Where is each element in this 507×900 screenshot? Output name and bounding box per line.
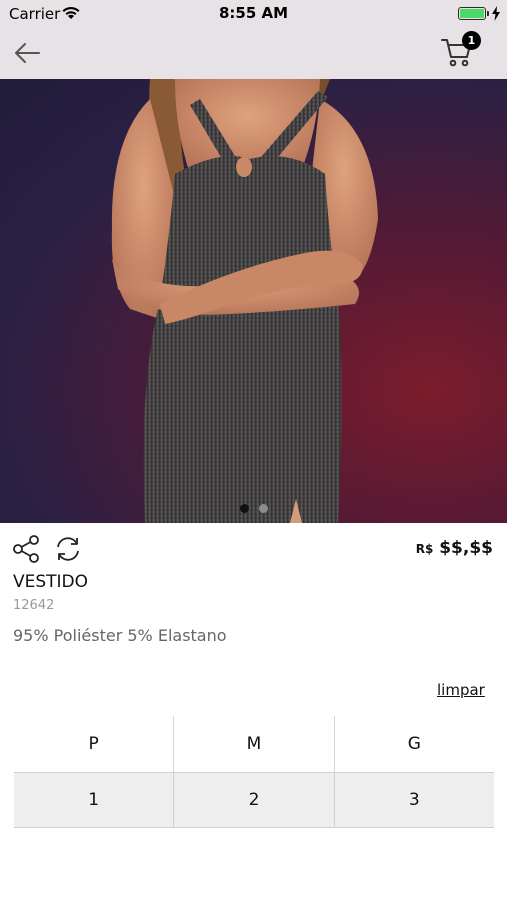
cart-count-badge: 1 (462, 31, 481, 50)
size-quantity-grid: P M G 1 2 3 (14, 716, 494, 828)
gallery-pagination[interactable] (0, 504, 507, 514)
product-photo (111, 79, 378, 523)
price-currency: R$ (415, 542, 434, 556)
size-header-cell: M (174, 716, 335, 772)
gallery-dot[interactable] (259, 504, 268, 513)
status-bar: Carrier 8:55 AM (0, 0, 507, 28)
size-quantity-cell[interactable]: 1 (14, 772, 175, 828)
size-quantity-cell[interactable]: 3 (334, 772, 494, 828)
size-quantity-cell[interactable]: 2 (174, 772, 335, 828)
size-header-cell: G (334, 716, 494, 772)
battery-icon (458, 7, 486, 20)
share-icon[interactable] (12, 534, 42, 564)
product-price: R$ $$,$$ (416, 538, 493, 558)
product-name: VESTIDO (13, 572, 89, 592)
clear-link[interactable]: limpar (437, 681, 485, 699)
product-code: 12642 (13, 598, 55, 613)
back-arrow-icon[interactable] (12, 40, 42, 66)
status-time: 8:55 AM (218, 4, 289, 22)
product-image[interactable] (0, 79, 507, 523)
size-quantity-row: 1 2 3 (14, 772, 494, 828)
refresh-icon[interactable] (53, 534, 83, 564)
charging-bolt-icon (492, 6, 500, 21)
battery-tip (487, 11, 489, 16)
price-value: $$,$$ (439, 538, 493, 558)
gallery-dot-active[interactable] (240, 504, 249, 513)
size-header-row: P M G (14, 716, 494, 772)
size-header-cell: P (14, 716, 175, 772)
product-composition: 95% Poliéster 5% Elastano (13, 626, 227, 645)
